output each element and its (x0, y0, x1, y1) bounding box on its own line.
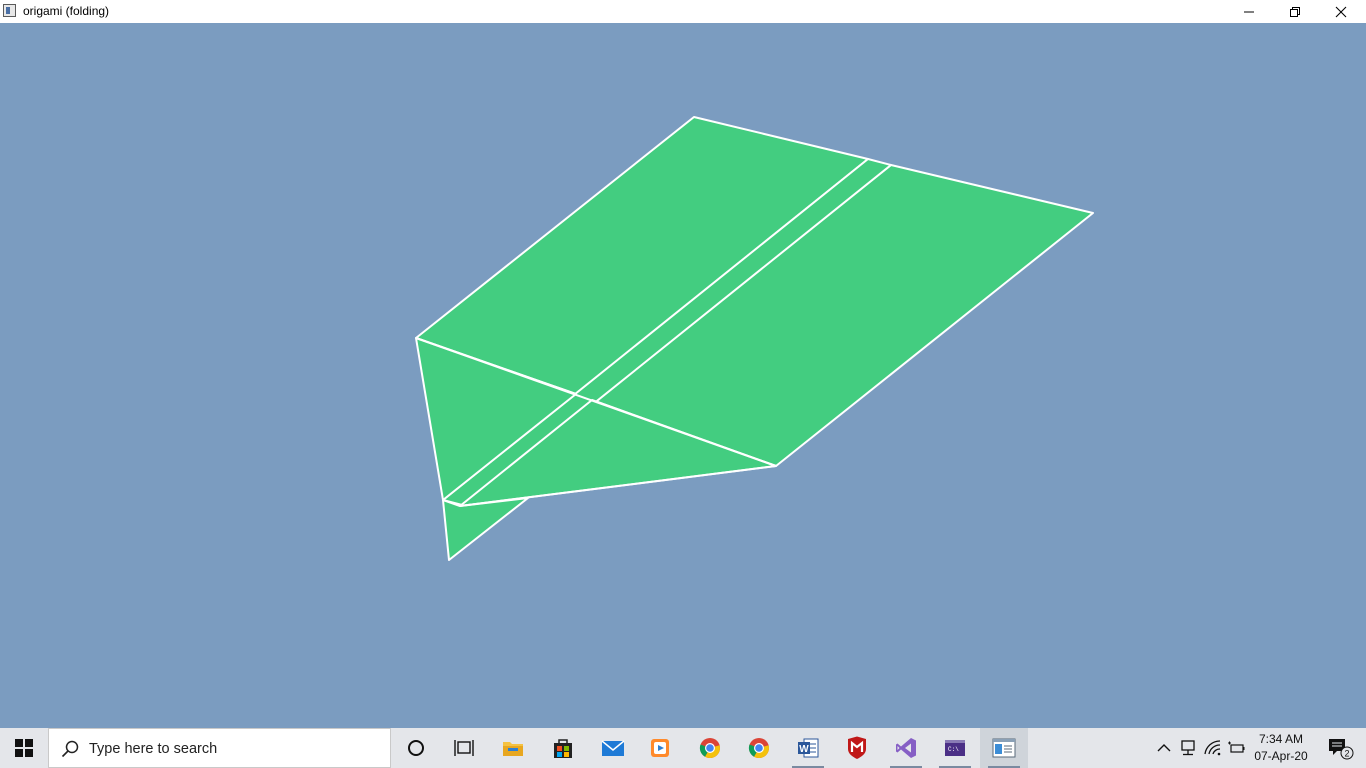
network-device-button[interactable] (1176, 728, 1200, 768)
search-icon (61, 740, 79, 758)
store-button[interactable] (539, 728, 587, 768)
restore-icon (1290, 6, 1300, 17)
media-player-icon (651, 739, 669, 757)
chrome-icon (748, 738, 769, 759)
visual-studio-button[interactable] (882, 728, 930, 768)
media-player-button[interactable] (636, 728, 684, 768)
show-hidden-icons-button[interactable] (1154, 728, 1174, 768)
keel-face (442, 497, 529, 561)
network-icon (1181, 740, 1195, 756)
system-clock[interactable]: 7:34 AM 07-Apr-20 (1246, 731, 1316, 765)
word-icon: W (798, 738, 819, 758)
mail-button[interactable] (589, 728, 637, 768)
restore-button[interactable] (1272, 0, 1318, 23)
console-button[interactable]: C:\ (931, 728, 979, 768)
wifi-button[interactable] (1202, 728, 1224, 768)
close-button[interactable] (1318, 0, 1364, 23)
wifi-icon (1204, 740, 1221, 756)
search-box[interactable]: Type here to search (48, 728, 391, 768)
minimize-icon (1244, 11, 1254, 12)
task-view-icon (454, 740, 474, 756)
chrome-button[interactable] (686, 728, 734, 768)
battery-icon (1228, 741, 1245, 753)
start-button[interactable] (0, 728, 48, 768)
clock-date: 07-Apr-20 (1254, 749, 1308, 763)
close-icon (1335, 6, 1347, 17)
notification-count: 2 (1344, 749, 1349, 759)
origami-app-button[interactable] (980, 728, 1028, 768)
cortana-button[interactable] (392, 728, 440, 768)
windows-start-icon (15, 739, 33, 757)
mail-icon (601, 740, 625, 756)
paper-airplane-model (415, 116, 1094, 561)
app-window-icon (992, 738, 1016, 758)
chrome-icon (699, 738, 720, 759)
action-center-button[interactable]: 2 (1318, 728, 1362, 768)
app-window-icon (3, 4, 16, 17)
taskbar: Type here to search W C:\ 7:34 AM 07-Apr… (0, 728, 1366, 768)
chevron-up-icon (1157, 744, 1171, 752)
clock-time: 7:34 AM (1258, 732, 1304, 746)
cortana-circle-icon (408, 740, 424, 756)
render-viewport[interactable] (0, 23, 1366, 728)
task-view-button[interactable] (440, 728, 488, 768)
file-explorer-button[interactable] (489, 728, 537, 768)
svg-text:C:\: C:\ (948, 746, 959, 753)
word-button[interactable]: W (784, 728, 832, 768)
chrome-2-button[interactable] (735, 728, 783, 768)
search-placeholder: Type here to search (89, 741, 218, 757)
folder-icon (503, 742, 523, 756)
store-icon (554, 739, 572, 758)
battery-button[interactable] (1224, 728, 1248, 768)
title-bar: origami (folding) (0, 0, 1366, 23)
window-title: origami (folding) (23, 4, 110, 18)
console-icon: C:\ (945, 740, 965, 756)
minimize-button[interactable] (1226, 0, 1272, 23)
mcafee-button[interactable] (833, 728, 881, 768)
mcafee-icon (848, 736, 866, 759)
visual-studio-icon (896, 738, 916, 758)
svg-text:W: W (799, 744, 809, 755)
notifications-icon: 2 (1329, 739, 1354, 760)
